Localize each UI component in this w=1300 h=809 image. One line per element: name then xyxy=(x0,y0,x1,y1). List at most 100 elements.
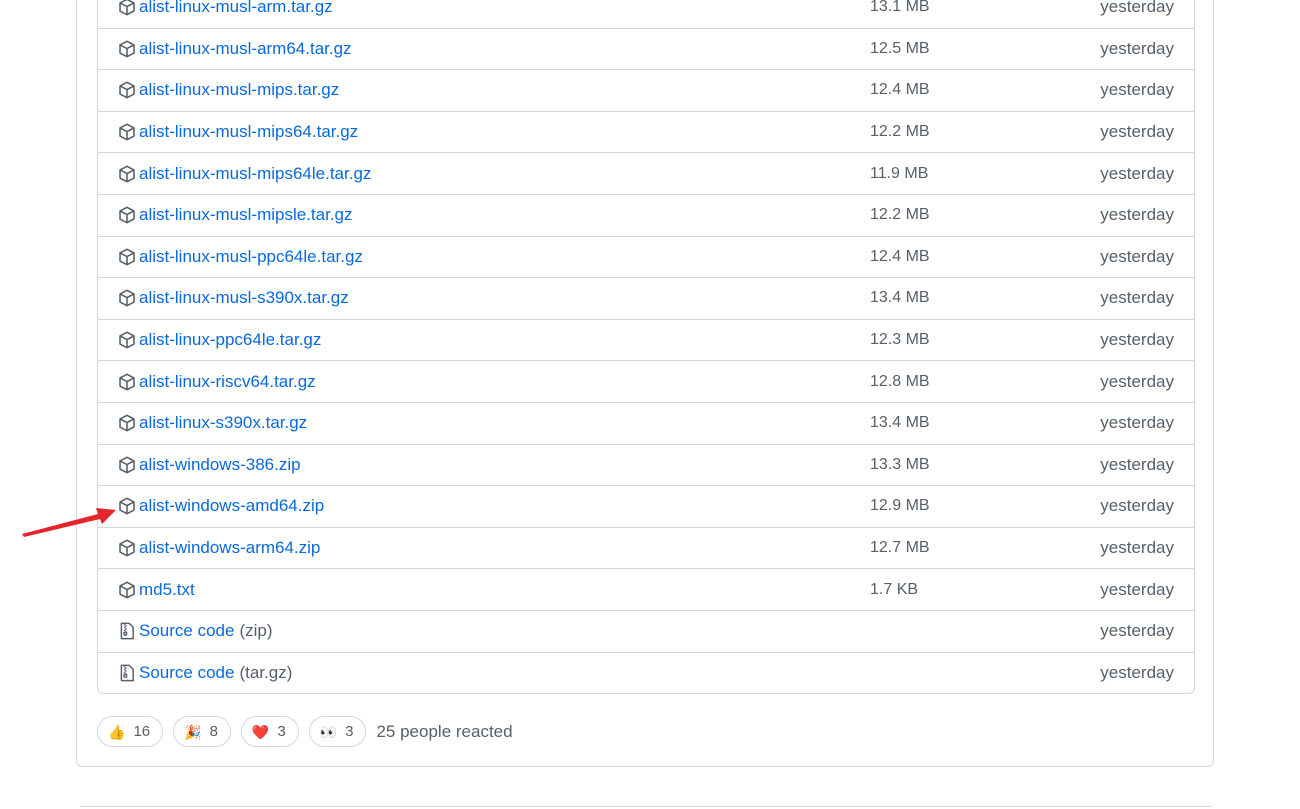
eyes-icon: 👀 xyxy=(319,723,338,740)
asset-size: 12.3 MB xyxy=(870,331,930,349)
reaction-button[interactable]: 👀 3 xyxy=(308,716,367,747)
reaction-button[interactable]: 🎉 8 xyxy=(173,716,231,747)
asset-row: alist-linux-musl-arm.tar.gz 13.1 MB yester… xyxy=(98,0,1194,28)
asset-size: 1.7 KB xyxy=(870,580,919,598)
asset-row: alist-windows-arm64.zip 12.7 MB yesterday xyxy=(98,526,1194,569)
package-icon xyxy=(118,123,136,141)
asset-size: 13.3 MB xyxy=(870,455,930,473)
reaction-count: 3 xyxy=(345,723,354,740)
asset-date: yesterday xyxy=(1100,454,1174,474)
asset-row: alist-windows-amd64.zip 12.9 MB yesterday xyxy=(98,485,1194,527)
asset-row: alist-linux-musl-mips.tar.gz 12.4 MB yeste… xyxy=(98,69,1194,111)
package-icon xyxy=(118,539,136,557)
asset-size: 13.4 MB xyxy=(870,289,930,307)
asset-row: md5.txt 1.7 KB yesterday xyxy=(98,568,1194,610)
asset-date: yesterday xyxy=(1100,371,1174,391)
asset-download-link[interactable]: alist-linux-riscv64.tar.gz xyxy=(139,372,316,392)
reaction-count: 8 xyxy=(209,723,218,740)
asset-size: 12.8 MB xyxy=(870,372,930,390)
asset-date: yesterday xyxy=(1100,122,1174,142)
asset-date: yesterday xyxy=(1100,205,1174,225)
source-code-row: Source code (tar.gz) yesterday xyxy=(98,651,1194,694)
package-icon xyxy=(118,414,136,432)
package-icon xyxy=(118,206,136,224)
package-icon xyxy=(118,81,136,99)
party-popper-icon: 🎉 xyxy=(184,723,202,740)
asset-download-link[interactable]: alist-windows-arm64.zip xyxy=(139,538,320,558)
asset-download-link[interactable]: alist-linux-musl-ppc64le.tar.gz xyxy=(139,247,363,267)
section-divider xyxy=(80,806,1212,807)
asset-date: yesterday xyxy=(1100,80,1174,100)
source-code-row: Source code (zip) yesterday xyxy=(98,609,1194,652)
asset-date: yesterday xyxy=(1100,330,1174,350)
asset-date: yesterday xyxy=(1100,579,1174,599)
package-icon xyxy=(118,373,136,391)
asset-download-link[interactable]: alist-windows-386.zip xyxy=(139,455,301,475)
asset-date: yesterday xyxy=(1100,621,1174,641)
asset-date: yesterday xyxy=(1100,246,1174,266)
asset-size: 12.5 MB xyxy=(870,39,930,57)
source-code-format: (tar.gz) xyxy=(239,662,293,682)
asset-row: alist-linux-riscv64.tar.gz 12.8 MB yesterd… xyxy=(98,360,1194,402)
reactions-bar: 👍 16 🎉 8 ❤️ 3 👀 3 25 people reacted xyxy=(97,715,513,748)
asset-size: 12.9 MB xyxy=(870,497,930,515)
asset-row: alist-linux-musl-mipsle.tar.gz 12.2 MB yes… xyxy=(98,193,1194,236)
asset-download-link[interactable]: alist-linux-ppc64le.tar.gz xyxy=(139,330,321,350)
package-icon xyxy=(118,248,136,266)
asset-row: alist-windows-386.zip 13.3 MB yesterday xyxy=(98,443,1194,486)
package-icon xyxy=(118,0,136,16)
reaction-summary: 25 people reacted xyxy=(376,721,513,741)
asset-date: yesterday xyxy=(1100,163,1174,183)
asset-download-link[interactable]: alist-linux-musl-mipsle.tar.gz xyxy=(139,205,353,225)
asset-row: alist-linux-musl-mips64.tar.gz 12.2 MB yes… xyxy=(98,110,1194,153)
asset-row: alist-linux-musl-mips64le.tar.gz 11.9 MB y… xyxy=(98,152,1194,194)
asset-size: 12.2 MB xyxy=(870,206,930,224)
assets-list: alist-linux-musl-arm.tar.gz 13.1 MB yester… xyxy=(97,0,1195,695)
package-icon xyxy=(118,456,136,474)
source-code-link[interactable]: Source code (zip) xyxy=(139,621,273,641)
asset-date: yesterday xyxy=(1100,538,1174,558)
asset-row: alist-linux-musl-arm64.tar.gz 12.5 MB yest… xyxy=(98,27,1194,70)
package-icon xyxy=(118,331,136,349)
asset-size: 12.4 MB xyxy=(870,247,930,265)
asset-download-link[interactable]: alist-linux-musl-s390x.tar.gz xyxy=(139,288,349,308)
asset-size: 13.4 MB xyxy=(870,414,930,432)
asset-row: alist-linux-s390x.tar.gz 13.4 MB yesterday xyxy=(98,401,1194,444)
source-code-label: Source code xyxy=(139,621,235,641)
file-zip-icon xyxy=(118,664,136,682)
asset-row: alist-linux-musl-ppc64le.tar.gz 12.4 MB ye… xyxy=(98,235,1194,278)
asset-size: 12.4 MB xyxy=(870,81,930,99)
asset-size: 13.1 MB xyxy=(870,0,930,15)
asset-date: yesterday xyxy=(1100,0,1174,16)
asset-row: alist-linux-musl-s390x.tar.gz 13.4 MB yest… xyxy=(98,277,1194,319)
thumbs-up-icon: 👍 xyxy=(108,723,126,740)
package-icon xyxy=(118,165,136,183)
source-code-link[interactable]: Source code (tar.gz) xyxy=(139,663,292,683)
asset-download-link[interactable]: alist-linux-s390x.tar.gz xyxy=(139,413,307,433)
heart-icon: ❤️ xyxy=(251,723,270,740)
asset-date: yesterday xyxy=(1100,496,1174,516)
asset-download-link[interactable]: alist-linux-musl-mips64.tar.gz xyxy=(139,122,358,142)
asset-download-link[interactable]: alist-linux-musl-arm64.tar.gz xyxy=(139,39,352,59)
source-code-label: Source code xyxy=(139,662,235,682)
asset-download-link[interactable]: alist-linux-musl-arm.tar.gz xyxy=(139,0,333,17)
asset-download-link[interactable]: alist-linux-musl-mips64le.tar.gz xyxy=(139,164,371,184)
source-code-format: (zip) xyxy=(239,621,273,641)
asset-date: yesterday xyxy=(1100,288,1174,308)
reaction-count: 16 xyxy=(133,723,151,740)
asset-row: alist-linux-ppc64le.tar.gz 12.3 MB yesterd… xyxy=(98,318,1194,361)
asset-size: 11.9 MB xyxy=(870,164,929,182)
asset-download-link[interactable]: alist-windows-amd64.zip xyxy=(139,496,324,516)
reaction-button[interactable]: ❤️ 3 xyxy=(240,716,299,747)
reaction-button[interactable]: 👍 16 xyxy=(97,716,164,747)
asset-size: 12.7 MB xyxy=(870,539,930,557)
annotation-arrow-icon xyxy=(22,508,116,537)
asset-date: yesterday xyxy=(1100,413,1174,433)
asset-download-link[interactable]: alist-linux-musl-mips.tar.gz xyxy=(139,80,339,100)
reaction-count: 3 xyxy=(277,723,286,740)
asset-size: 12.2 MB xyxy=(870,123,930,141)
package-icon xyxy=(118,581,136,599)
package-icon xyxy=(118,289,136,307)
asset-download-link[interactable]: md5.txt xyxy=(139,580,195,600)
asset-date: yesterday xyxy=(1100,662,1174,682)
